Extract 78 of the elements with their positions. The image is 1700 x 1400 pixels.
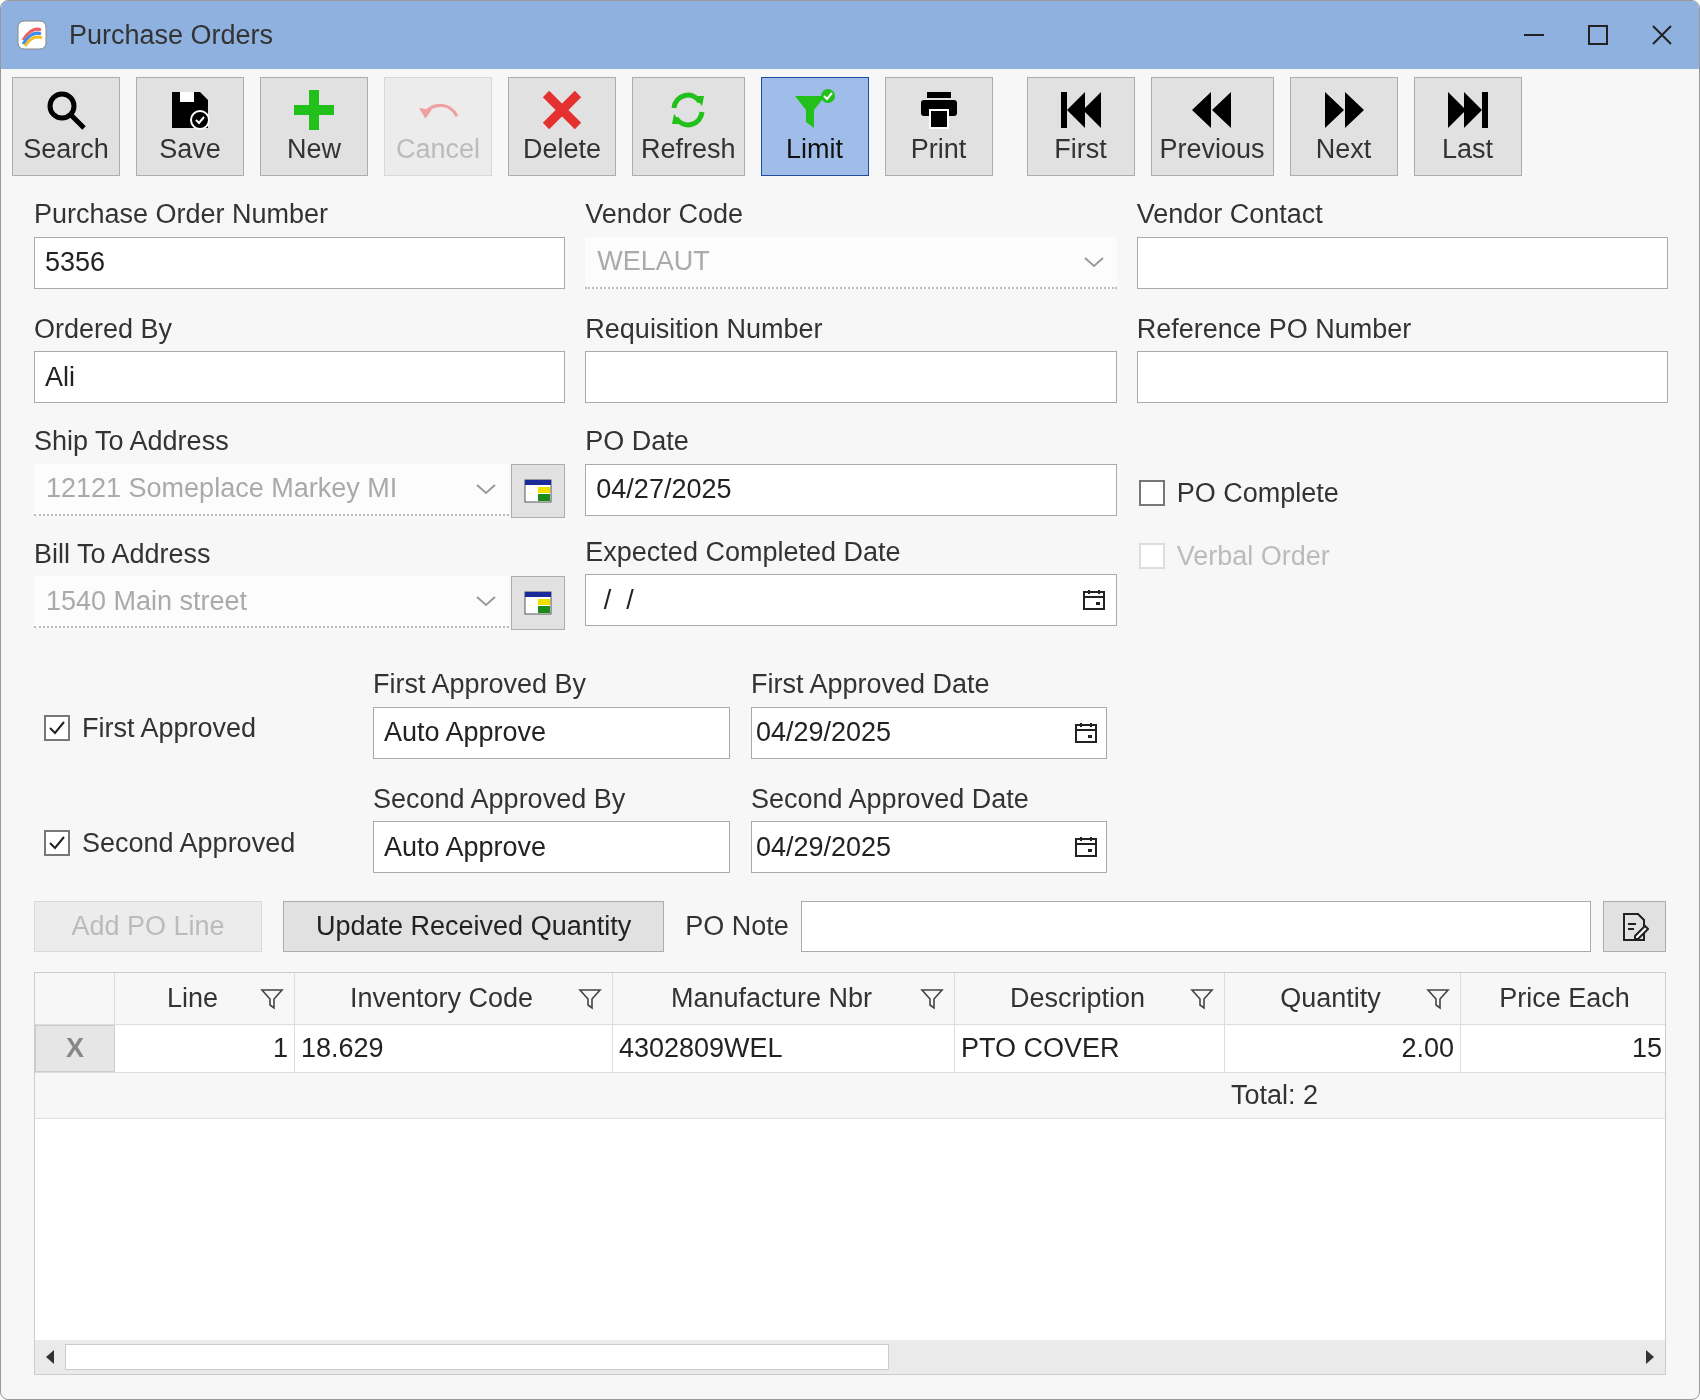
input-field[interactable]: 04/27/2025: [585, 463, 1117, 516]
column-header[interactable]: Inventory Code: [295, 973, 613, 1024]
calendar-icon[interactable]: [1081, 588, 1106, 612]
calendar-icon[interactable]: [1074, 720, 1098, 745]
column-header[interactable]: Quantity: [1225, 973, 1461, 1024]
window-icon: [524, 478, 553, 503]
window-title: Purchase Orders: [69, 18, 275, 52]
field-label: Expected Completed Date: [585, 535, 902, 569]
toolbar-button[interactable]: New: [260, 77, 368, 176]
filter-icon[interactable]: [578, 986, 602, 1011]
filter-icon[interactable]: [1190, 986, 1214, 1011]
column-header[interactable]: Description: [955, 973, 1225, 1024]
lookup-button[interactable]: [511, 463, 566, 518]
column-header[interactable]: Manufacture Nbr: [613, 973, 955, 1024]
field-label: PO Note: [685, 910, 789, 944]
checkbox[interactable]: [1138, 480, 1165, 507]
field-label: Second Approved Date: [751, 782, 1030, 816]
field-label: Purchase Order Number: [34, 198, 330, 231]
input-field[interactable]: Auto Approve: [373, 821, 730, 873]
toolbar-button[interactable]: Refresh: [632, 77, 745, 176]
field-label: Vendor Contact: [1136, 198, 1324, 231]
table-cell: PTO COVER: [955, 1025, 1225, 1072]
input-field[interactable]: 5356: [34, 236, 566, 289]
window-icon: [524, 591, 553, 615]
input-field[interactable]: Ali: [34, 351, 566, 403]
input-field[interactable]: [1136, 351, 1668, 403]
checkbox-label: Verbal Order: [1176, 539, 1330, 573]
checkbox-label: First Approved: [82, 712, 257, 745]
toolbar-button[interactable]: First: [1026, 77, 1135, 176]
field-label: Ordered By: [34, 312, 174, 346]
field-label: Requisition Number: [585, 312, 824, 346]
calendar-icon[interactable]: [1074, 835, 1098, 859]
input-field[interactable]: [585, 351, 1117, 403]
field-label: PO Date: [585, 425, 690, 458]
toolbar-button[interactable]: Limit: [760, 77, 869, 176]
toolbar-button[interactable]: Save: [136, 77, 244, 176]
checkbox-label: PO Complete: [1176, 477, 1339, 510]
column-header[interactable]: Price Each: [1461, 973, 1665, 1024]
toolbar-button[interactable]: Print: [884, 77, 993, 176]
note-field[interactable]: [800, 901, 1591, 952]
input-field[interactable]: / /: [585, 574, 1117, 626]
toolbar-button[interactable]: Delete: [508, 77, 616, 176]
toolbar-button[interactable]: Next: [1289, 77, 1398, 176]
plus-icon: [292, 87, 336, 132]
field-label: Reference PO Number: [1136, 312, 1413, 346]
toolbar-button[interactable]: Last: [1413, 77, 1522, 176]
total-summary: Total: 2: [1231, 1079, 1319, 1113]
input-field[interactable]: 04/29/2025: [751, 821, 1107, 873]
filter-icon[interactable]: [920, 986, 944, 1011]
table-cell: 2.00: [1225, 1025, 1461, 1072]
toolbar-button[interactable]: Previous: [1150, 77, 1274, 176]
field-label: Ship To Address: [34, 425, 230, 458]
horizontal-scrollbar[interactable]: [35, 1340, 1665, 1374]
scrollbar-thumb[interactable]: [65, 1344, 889, 1370]
input-field[interactable]: [1136, 236, 1668, 289]
checkbox-label: Second Approved: [82, 826, 296, 860]
edit-note-button[interactable]: [1603, 901, 1666, 952]
checkbox[interactable]: [44, 715, 70, 742]
table-cell: 15: [1461, 1025, 1665, 1072]
checkbox[interactable]: [44, 829, 70, 856]
filter-icon[interactable]: [260, 986, 284, 1011]
table-cell: 4302809WEL: [613, 1025, 955, 1072]
field-label: Bill To Address: [34, 537, 212, 571]
table-cell: 18.629: [295, 1025, 613, 1072]
app-icon: [17, 20, 47, 50]
column-header[interactable]: Line: [115, 973, 295, 1024]
filter-icon[interactable]: [1426, 986, 1450, 1011]
lookup-button[interactable]: [511, 576, 566, 630]
document-edit-icon: [1620, 911, 1649, 942]
field-label: Vendor Code: [585, 198, 744, 231]
action-button[interactable]: Update Received Quantity: [283, 901, 665, 952]
input-field[interactable]: Auto Approve: [373, 706, 730, 759]
toolbar-button[interactable]: Search: [12, 77, 120, 176]
input-field[interactable]: 04/29/2025: [751, 706, 1107, 759]
field-label: Second Approved By: [373, 782, 627, 816]
field-label: First Approved By: [373, 668, 588, 701]
field-label: First Approved Date: [751, 668, 991, 701]
table-cell: 1: [115, 1025, 295, 1072]
